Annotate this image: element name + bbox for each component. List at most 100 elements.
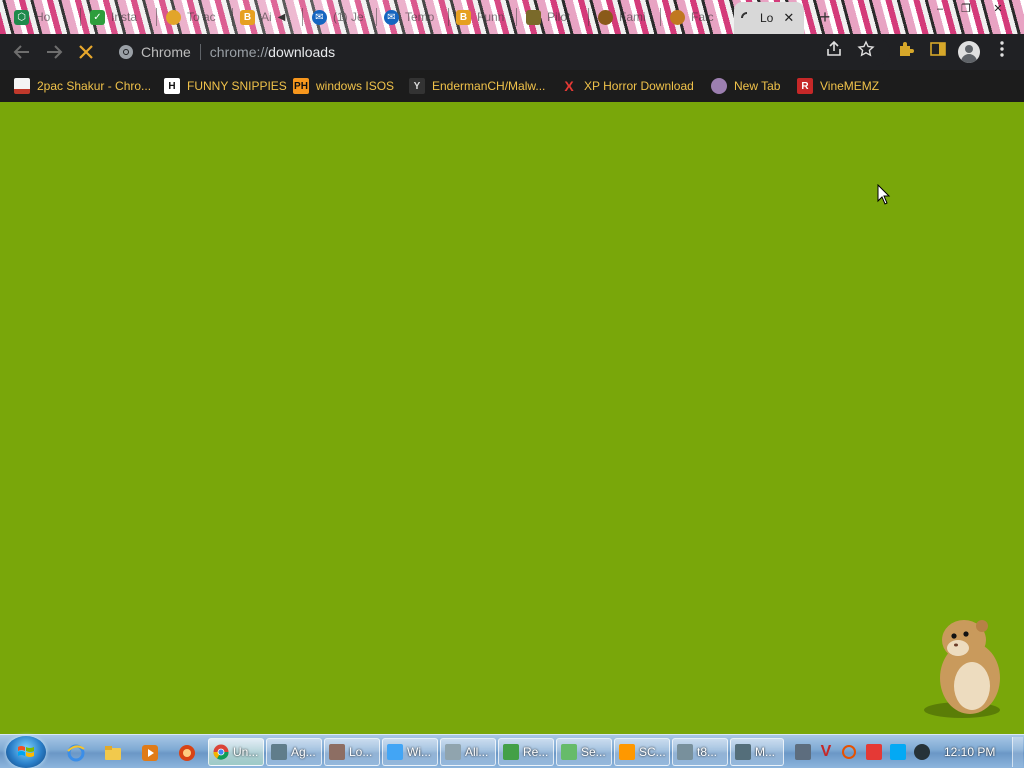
bookmarks-bar: 2pac Shakur - Chro... H FUNNY SNIPPIES P… [0, 70, 1024, 102]
bookmark-6[interactable]: New Tab [711, 77, 780, 95]
mouse-cursor-icon [877, 184, 891, 205]
puzzle-icon [900, 42, 914, 56]
app-icon [735, 744, 751, 760]
share-button[interactable] [822, 40, 846, 64]
windows-logo-icon [18, 746, 34, 757]
globe-icon [711, 78, 727, 94]
tab-title: Ai [261, 10, 272, 24]
taskbar-task[interactable]: Ag... [266, 738, 322, 766]
show-desktop-button[interactable] [1012, 737, 1023, 767]
window-icon [271, 744, 287, 760]
taskbar-task[interactable]: Se... [556, 738, 612, 766]
tray-display-icon[interactable] [890, 744, 906, 760]
share-icon [827, 40, 841, 56]
tray-search-icon[interactable] [842, 745, 856, 759]
taskbar-task-chrome[interactable]: Un... [208, 738, 264, 766]
omnibox-divider [199, 44, 201, 60]
stop-loading-button[interactable] [74, 40, 98, 64]
internet-explorer-icon[interactable] [66, 743, 86, 763]
window-icon [677, 744, 693, 760]
taskbar-task-label: M... [755, 745, 775, 759]
taskbar-task-label: Un... [233, 745, 259, 759]
taskbar-task[interactable]: t8... [672, 738, 728, 766]
bookmark-star-button[interactable] [854, 40, 878, 64]
bookmark-favicon: R [797, 78, 813, 94]
bookmark-1[interactable]: 2pac Shakur - Chro... [14, 77, 151, 95]
tab-favicon: ⬡ [14, 9, 29, 25]
taskbar-task[interactable]: SC... [614, 738, 670, 766]
taskbar-task[interactable]: M... [730, 738, 784, 766]
tab-title: (1) Je [333, 10, 364, 24]
bookmark-5[interactable]: X XP Horror Download [561, 77, 694, 95]
page-content[interactable] [0, 102, 1024, 734]
loading-spinner-icon [740, 11, 754, 25]
tab-3[interactable]: To ac [160, 3, 232, 31]
minimize-button[interactable]: – [926, 0, 954, 18]
clock[interactable]: 12:10 PM [944, 745, 995, 759]
mail-icon: ✉ [384, 9, 399, 25]
tab-9[interactable]: Fami [592, 3, 660, 31]
speaker-icon[interactable]: ◀ [278, 12, 286, 23]
tray-speaker-icon[interactable] [914, 744, 930, 760]
taskbar-task[interactable]: Lo... [324, 738, 380, 766]
address-bar[interactable]: Chrome chrome://downloads [110, 38, 890, 66]
folder-icon[interactable] [103, 743, 123, 763]
bookmark-2[interactable]: H FUNNY SNIPPIES [164, 77, 287, 95]
window-icon [445, 744, 461, 760]
taskbar-task[interactable]: Wi... [382, 738, 438, 766]
close-window-button[interactable]: ✕ [984, 0, 1012, 18]
menu-button[interactable] [990, 40, 1014, 64]
tab-1[interactable]: ⬡ Ho [8, 3, 80, 31]
tab-title: Fami [619, 10, 646, 24]
taskbar-task[interactable]: Re... [498, 738, 554, 766]
tray-flag-icon[interactable] [866, 744, 882, 760]
app-icon [561, 744, 577, 760]
tab-10[interactable]: Falc [664, 3, 730, 31]
tab-title: Lo [760, 11, 774, 25]
taskbar-task-label: Se... [581, 745, 606, 759]
tab-4[interactable]: B Ai ◀ [234, 3, 302, 31]
start-button[interactable] [6, 736, 46, 768]
tray-network-icon[interactable] [795, 744, 811, 760]
back-button[interactable] [10, 40, 34, 64]
bookmark-favicon: Y [409, 78, 425, 94]
bookmark-7[interactable]: R VineMEMZ [797, 77, 879, 95]
forward-button[interactable] [42, 40, 66, 64]
arrow-right-icon [47, 45, 63, 59]
bookmark-label: FUNNY SNIPPIES [187, 79, 287, 93]
bookmark-3[interactable]: PH windows ISOS [293, 77, 394, 95]
chrome-icon [213, 744, 229, 760]
chrome-icon [119, 45, 133, 59]
tab-2[interactable]: ✓ Insta [84, 3, 156, 31]
profile-avatar-icon[interactable] [958, 41, 980, 63]
tab-title: Pilot [547, 10, 571, 24]
side-panel-icon [930, 42, 946, 56]
tab-favicon: B [456, 9, 471, 25]
close-tab-icon[interactable]: ✕ [783, 10, 794, 26]
bookmark-favicon: X [564, 78, 574, 94]
new-tab-button[interactable]: + [812, 6, 838, 28]
tab-8[interactable]: Pilot [520, 3, 588, 31]
mail-icon: ✉ [312, 9, 327, 25]
maximize-button[interactable]: ❐ [952, 0, 980, 18]
tab-5[interactable]: ✉ (1) Je [306, 3, 376, 31]
tab-7[interactable]: B Funn [450, 3, 516, 31]
app-launcher-icon[interactable] [177, 743, 197, 763]
bookmark-label: VineMEMZ [820, 79, 880, 93]
url-scheme: chrome:// [209, 44, 269, 60]
tray-antivirus-icon[interactable]: V [818, 744, 834, 760]
taskbar-task[interactable]: All... [440, 738, 496, 766]
extensions-button[interactable] [894, 40, 918, 64]
media-player-icon[interactable] [140, 743, 160, 763]
taskbar-task-label: SC... [639, 745, 666, 759]
tab-title: Falc [691, 10, 714, 24]
hamster-mascot-icon [924, 620, 1000, 718]
side-panel-button[interactable] [926, 40, 950, 64]
tab-favicon [670, 9, 685, 25]
app-icon [619, 744, 635, 760]
users-icon [387, 744, 403, 760]
tab-6[interactable]: ✉ Temp [378, 3, 448, 31]
taskbar-task-label: Lo... [349, 745, 373, 759]
tab-active[interactable]: Lo ✕ [734, 2, 804, 34]
bookmark-4[interactable]: Y EndermanCH/Malw... [409, 77, 545, 95]
